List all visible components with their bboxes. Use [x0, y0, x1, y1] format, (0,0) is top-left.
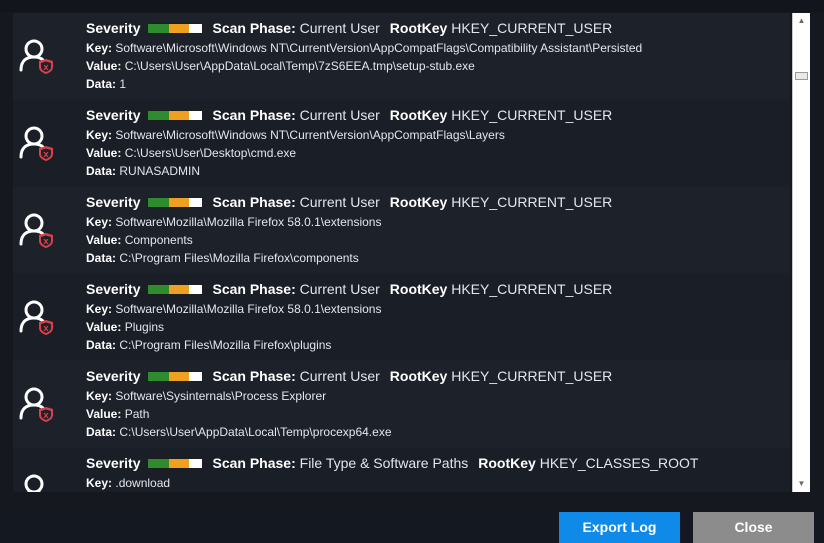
dialog-top-band	[0, 0, 824, 12]
export-log-button[interactable]: Export Log	[559, 512, 680, 543]
scan-phase-value: Current User	[299, 107, 380, 123]
key-value: .download	[115, 476, 171, 490]
user-shield-icon: X	[19, 472, 57, 492]
root-key-value: HKEY_CURRENT_USER	[451, 281, 613, 297]
registry-results-list[interactable]: X Severity Scan Phase: Current User Root…	[13, 13, 790, 492]
severity-meter	[147, 22, 204, 34]
scan-phase-label: Scan Phase:	[212, 20, 296, 36]
root-key-value: HKEY_CURRENT_USER	[451, 194, 613, 210]
root-key-label: RootKey	[389, 368, 448, 384]
entry-header: Severity Scan Phase: Current User RootKe…	[86, 365, 780, 387]
key-value: Software\Sysinternals\Process Explorer	[115, 389, 327, 403]
user-shield-icon: X	[19, 298, 57, 336]
root-key-label: RootKey	[389, 281, 448, 297]
data-line: Data: RUNASADMIN	[86, 164, 201, 178]
severity-label: Severity	[86, 281, 141, 297]
user-shield-icon: X	[19, 124, 57, 162]
root-key-label: RootKey	[389, 20, 448, 36]
value-line: Value: Components	[86, 233, 193, 247]
scan-phase-label: Scan Phase:	[212, 281, 296, 297]
severity-meter	[147, 457, 204, 469]
value-line: Value: Plugins	[86, 320, 165, 334]
key-line: Key: Software\Microsoft\Windows NT\Curre…	[86, 128, 505, 142]
key-value: Software\Mozilla\Mozilla Firefox 58.0.1\…	[115, 215, 382, 229]
root-key-label: RootKey	[389, 107, 448, 123]
svg-text:X: X	[43, 238, 49, 246]
value-value: Components	[124, 233, 193, 247]
scroll-up-arrow-icon[interactable]: ▲	[793, 13, 810, 29]
entry-header: Severity Scan Phase: Current User RootKe…	[86, 17, 780, 39]
severity-label: Severity	[86, 455, 141, 471]
root-key-value: HKEY_CLASSES_ROOT	[539, 455, 699, 471]
registry-entry[interactable]: X Severity Scan Phase: File Type & Softw…	[13, 448, 790, 492]
root-key-value: HKEY_CURRENT_USER	[451, 107, 613, 123]
registry-entry[interactable]: X Severity Scan Phase: Current User Root…	[13, 361, 790, 447]
close-button[interactable]: Close	[693, 512, 814, 543]
data-line: Data: C:\Program Files\Mozilla Firefox\c…	[86, 251, 359, 265]
scan-phase-label: Scan Phase:	[212, 455, 296, 471]
data-value: C:\Program Files\Mozilla Firefox\compone…	[119, 251, 359, 265]
entry-header: Severity Scan Phase: Current User RootKe…	[86, 278, 780, 300]
value-value: Path	[124, 407, 150, 421]
severity-meter	[147, 283, 204, 295]
severity-meter	[147, 196, 204, 208]
scrollbar-thumb[interactable]	[795, 72, 808, 80]
severity-label: Severity	[86, 20, 141, 36]
root-key-value: HKEY_CURRENT_USER	[451, 368, 613, 384]
key-value: Software\Microsoft\Windows NT\CurrentVer…	[115, 128, 505, 142]
scan-phase-value: Current User	[299, 194, 380, 210]
scan-phase-label: Scan Phase:	[212, 194, 296, 210]
key-line: Key: Software\Mozilla\Mozilla Firefox 58…	[86, 215, 382, 229]
key-line: Key: Software\Mozilla\Mozilla Firefox 58…	[86, 302, 382, 316]
root-key-label: RootKey	[478, 455, 536, 471]
root-key-value: HKEY_CURRENT_USER	[451, 20, 613, 36]
data-value: C:\Program Files\Mozilla Firefox\plugins	[119, 338, 332, 352]
value-line: Value: Path	[86, 407, 150, 421]
scan-phase-value: File Type & Software Paths	[299, 455, 469, 471]
key-line: Key: .download	[86, 476, 171, 490]
scan-phase-value: Current User	[299, 281, 380, 297]
registry-entry[interactable]: X Severity Scan Phase: Current User Root…	[13, 187, 790, 273]
data-value: RUNASADMIN	[119, 164, 201, 178]
key-line: Key: Software\Sysinternals\Process Explo…	[86, 389, 327, 403]
severity-meter	[147, 370, 204, 382]
data-value: C:\Users\User\AppData\Local\Temp\procexp…	[119, 425, 392, 439]
entry-header: Severity Scan Phase: File Type & Softwar…	[86, 452, 780, 474]
user-shield-icon: X	[19, 211, 57, 249]
data-line: Data: 1	[86, 77, 127, 91]
svg-text:X: X	[43, 151, 49, 159]
registry-entry[interactable]: X Severity Scan Phase: Current User Root…	[13, 100, 790, 186]
value-line: Value: C:\Users\User\AppData\Local\Temp\…	[86, 59, 475, 73]
user-shield-icon: X	[19, 37, 57, 75]
scroll-down-arrow-icon[interactable]: ▼	[793, 476, 810, 492]
severity-label: Severity	[86, 368, 141, 384]
severity-meter	[147, 109, 204, 121]
registry-entry[interactable]: X Severity Scan Phase: Current User Root…	[13, 13, 790, 99]
svg-text:X: X	[43, 64, 49, 72]
severity-label: Severity	[86, 107, 141, 123]
value-value: C:\Users\User\AppData\Local\Temp\7zS6EEA…	[124, 59, 475, 73]
scan-phase-label: Scan Phase:	[212, 107, 296, 123]
scan-phase-label: Scan Phase:	[212, 368, 296, 384]
key-line: Key: Software\Microsoft\Windows NT\Curre…	[86, 41, 643, 55]
key-value: Software\Microsoft\Windows NT\CurrentVer…	[115, 41, 643, 55]
root-key-label: RootKey	[389, 194, 448, 210]
value-value: Plugins	[124, 320, 165, 334]
entry-header: Severity Scan Phase: Current User RootKe…	[86, 104, 780, 126]
data-line: Data: C:\Users\User\AppData\Local\Temp\p…	[86, 425, 392, 439]
scan-phase-value: Current User	[299, 368, 380, 384]
key-value: Software\Mozilla\Mozilla Firefox 58.0.1\…	[115, 302, 382, 316]
svg-text:X: X	[43, 325, 49, 333]
data-value: 1	[119, 77, 127, 91]
severity-label: Severity	[86, 194, 141, 210]
data-line: Data: C:\Program Files\Mozilla Firefox\p…	[86, 338, 332, 352]
value-line: Value: C:\Users\User\Desktop\cmd.exe	[86, 146, 297, 160]
entry-header: Severity Scan Phase: Current User RootKe…	[86, 191, 780, 213]
scan-phase-value: Current User	[299, 20, 380, 36]
user-shield-icon: X	[19, 385, 57, 423]
value-value: C:\Users\User\Desktop\cmd.exe	[124, 146, 297, 160]
vertical-scrollbar[interactable]: ▲ ▼	[792, 13, 810, 492]
registry-entry[interactable]: X Severity Scan Phase: Current User Root…	[13, 274, 790, 360]
svg-text:X: X	[43, 412, 49, 420]
